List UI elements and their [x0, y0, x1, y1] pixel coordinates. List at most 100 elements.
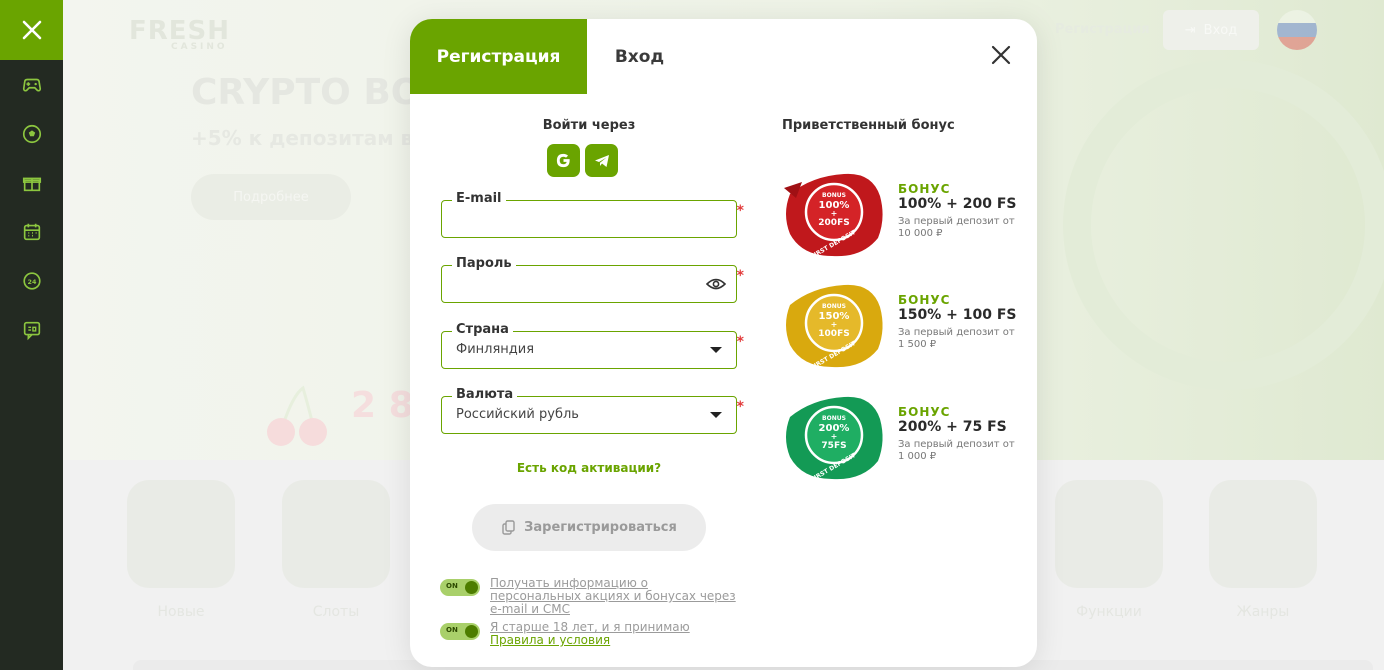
soccer-ball-icon — [22, 124, 41, 143]
chevron-down-icon — [710, 412, 722, 418]
promo-subtitle: +5% к депозитам в — [191, 126, 414, 150]
close-icon — [22, 20, 41, 40]
required-mark: * — [736, 268, 744, 284]
activation-code-link[interactable]: Есть код активации? — [440, 461, 738, 475]
bonus-badge-gold: BONUS 150% + 100FS FIRST DEPOSIT — [786, 284, 883, 369]
category-features[interactable] — [1055, 480, 1163, 588]
google-icon — [556, 153, 570, 168]
bonus-note: За первый депозит от 10 000 ₽ — [898, 216, 1015, 239]
category-features-label: Функции — [1076, 604, 1142, 620]
svg-text:100FS: 100FS — [818, 329, 849, 339]
tab-register[interactable]: Регистрация — [410, 19, 587, 94]
tab-login[interactable]: Вход — [587, 19, 692, 94]
language-flag[interactable] — [1277, 10, 1317, 50]
bonus-note: За первый депозит от 1 000 ₽ — [898, 439, 1015, 462]
telegram-login-button[interactable] — [585, 144, 618, 177]
welcome-bonus-title: Приветственный бонус — [782, 118, 955, 133]
modal-tabs: Регистрация Вход — [410, 19, 1037, 94]
svg-text:BONUS: BONUS — [822, 415, 846, 422]
login-icon: ⇥ — [1184, 22, 1196, 38]
category-slots[interactable] — [282, 480, 390, 588]
telegram-icon — [594, 154, 609, 167]
country-value: Финляндия — [456, 342, 535, 357]
required-mark: * — [736, 399, 744, 415]
email-input[interactable] — [442, 201, 736, 237]
sidebar-item-bonuses[interactable] — [0, 158, 63, 207]
currency-select[interactable]: Валюта Российский рубль * — [441, 387, 744, 434]
svg-text:+: + — [831, 432, 838, 441]
age-consent-row: ON Я старше 18 лет, и я принимаю Правила … — [440, 621, 740, 647]
bonus-label: БОНУС — [898, 405, 951, 419]
sidebar-item-games[interactable] — [0, 60, 63, 109]
register-submit-button[interactable]: Зарегистрироваться — [472, 504, 706, 551]
svg-text:+: + — [831, 209, 838, 218]
svg-text:+: + — [831, 320, 838, 329]
social-login-title: Войти через — [542, 118, 636, 133]
calendar-icon — [23, 223, 40, 240]
promo-details-button[interactable]: Подробнее — [191, 174, 351, 220]
header-register-link[interactable]: Регистрация — [1055, 22, 1150, 37]
currency-value: Российский рубль — [456, 407, 579, 422]
currency-label: Валюта — [452, 387, 518, 402]
close-menu-button[interactable] — [0, 0, 63, 60]
close-modal-icon[interactable] — [987, 41, 1015, 69]
required-mark: * — [736, 203, 744, 219]
password-field[interactable]: Пароль * — [441, 256, 744, 303]
bonus-label: БОНУС — [898, 182, 951, 196]
gamepad-icon — [22, 78, 41, 92]
sidebar-item-support[interactable]: 24 — [0, 256, 63, 305]
jackpot-value: 2 8 — [351, 385, 414, 426]
marketing-consent-toggle[interactable]: ON — [440, 579, 480, 596]
left-sidebar: 24 — [0, 0, 63, 670]
svg-text:BONUS: BONUS — [822, 192, 846, 199]
category-slots-label: Слоты — [312, 604, 360, 620]
sidebar-item-calendar[interactable] — [0, 207, 63, 256]
email-field[interactable]: E-mail * — [441, 191, 744, 238]
marketing-consent-text[interactable]: Получать информацию о персональных акция… — [490, 577, 740, 616]
toggle-state: ON — [446, 626, 458, 634]
chevron-down-icon — [710, 347, 722, 353]
site-logo: FRESH CASINO — [129, 16, 231, 52]
marketing-consent-row: ON Получать информацию о персональных ак… — [440, 577, 740, 616]
country-select[interactable]: Страна Финляндия * — [441, 322, 744, 369]
svg-text:75FS: 75FS — [821, 441, 846, 451]
terms-link[interactable]: Правила и условия — [490, 633, 610, 647]
cherry-icon — [267, 385, 327, 446]
sidebar-item-news[interactable] — [0, 305, 63, 354]
toggle-state: ON — [446, 582, 458, 590]
sidebar-item-sport[interactable] — [0, 109, 63, 158]
bonus-value: 200% + 75 FS — [898, 419, 1007, 435]
google-login-button[interactable] — [547, 144, 580, 177]
bonus-item: BONUS 150% + 100FS FIRST DEPOSIT БОНУС 1… — [782, 279, 1022, 375]
age-consent-text: Я старше 18 лет, и я принимаю Правила и у… — [490, 621, 690, 647]
support-24-icon: 24 — [22, 271, 41, 290]
register-submit-label: Зарегистрироваться — [524, 520, 677, 535]
age-consent-toggle[interactable]: ON — [440, 623, 480, 640]
svg-text:24: 24 — [27, 277, 36, 285]
category-new-label: Новые — [157, 604, 205, 620]
country-label: Страна — [452, 322, 513, 337]
message-icon — [23, 321, 40, 340]
header-login-button[interactable]: ⇥ Вход — [1163, 10, 1259, 50]
bonus-label: БОНУС — [898, 293, 951, 307]
category-new[interactable] — [127, 480, 235, 588]
bonus-item: BONUS 200% + 75FS FIRST DEPOSIT БОНУС 20… — [782, 391, 1022, 487]
bonus-item: BONUS 100% + 200FS FIRST DEPOSIT БОНУС 1… — [782, 168, 1022, 264]
password-input[interactable] — [442, 266, 736, 302]
bonus-badge-red: BONUS 100% + 200FS FIRST DEPOSIT — [784, 173, 883, 258]
bonus-note: За первый депозит от 1 500 ₽ — [898, 327, 1015, 350]
category-genres[interactable] — [1209, 480, 1317, 588]
bonus-badge-green: BONUS 200% + 75FS FIRST DEPOSIT — [786, 396, 883, 481]
registration-modal: Регистрация Вход Войти через E-mail * Па… — [410, 19, 1037, 667]
bonus-value: 100% + 200 FS — [898, 196, 1017, 212]
eye-icon[interactable] — [706, 276, 726, 292]
category-genres-label: Жанры — [1236, 604, 1290, 620]
roulette-decoration — [1063, 60, 1384, 390]
gift-icon — [22, 177, 41, 191]
bonus-value: 150% + 100 FS — [898, 307, 1017, 323]
age-consent-label: Я старше 18 лет, и я принимаю — [490, 620, 690, 634]
cards-icon — [502, 520, 515, 535]
svg-text:200FS: 200FS — [818, 218, 849, 228]
svg-text:BONUS: BONUS — [822, 303, 846, 310]
required-mark: * — [736, 334, 744, 350]
